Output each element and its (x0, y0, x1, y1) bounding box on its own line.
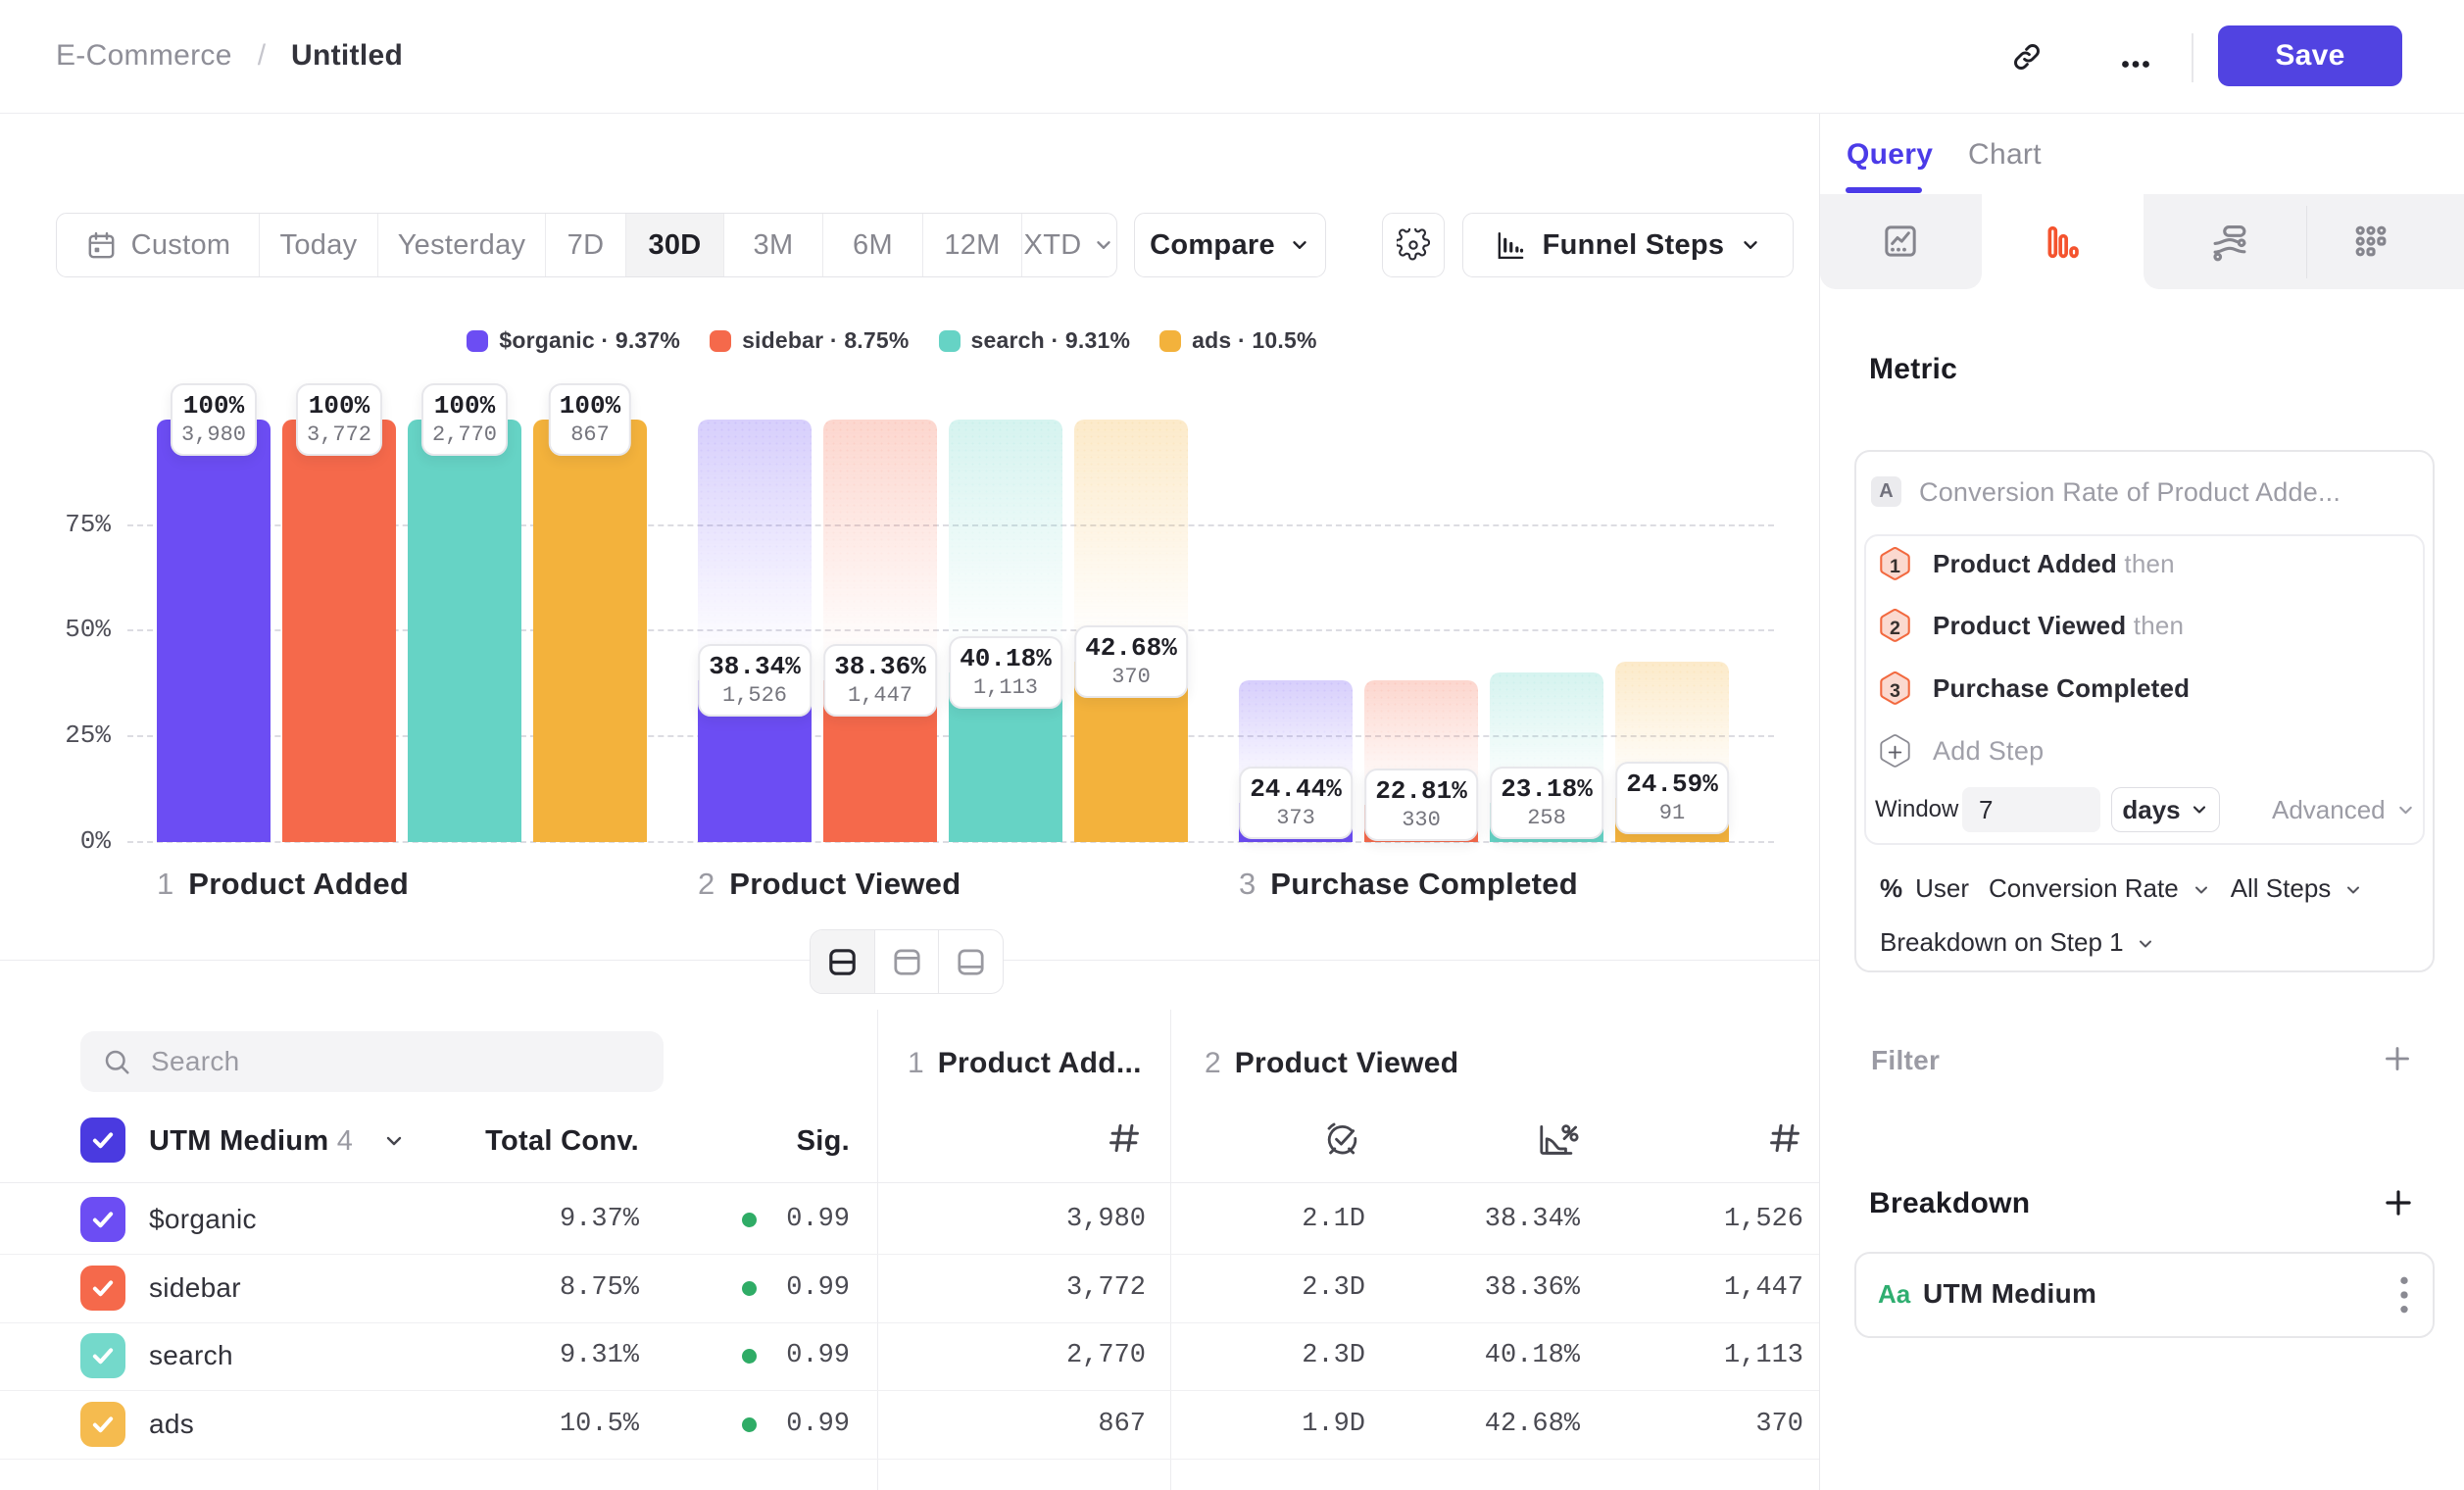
svg-text:2: 2 (1890, 618, 1900, 639)
svg-text:3: 3 (1890, 680, 1900, 702)
svg-text:1: 1 (1890, 556, 1900, 577)
